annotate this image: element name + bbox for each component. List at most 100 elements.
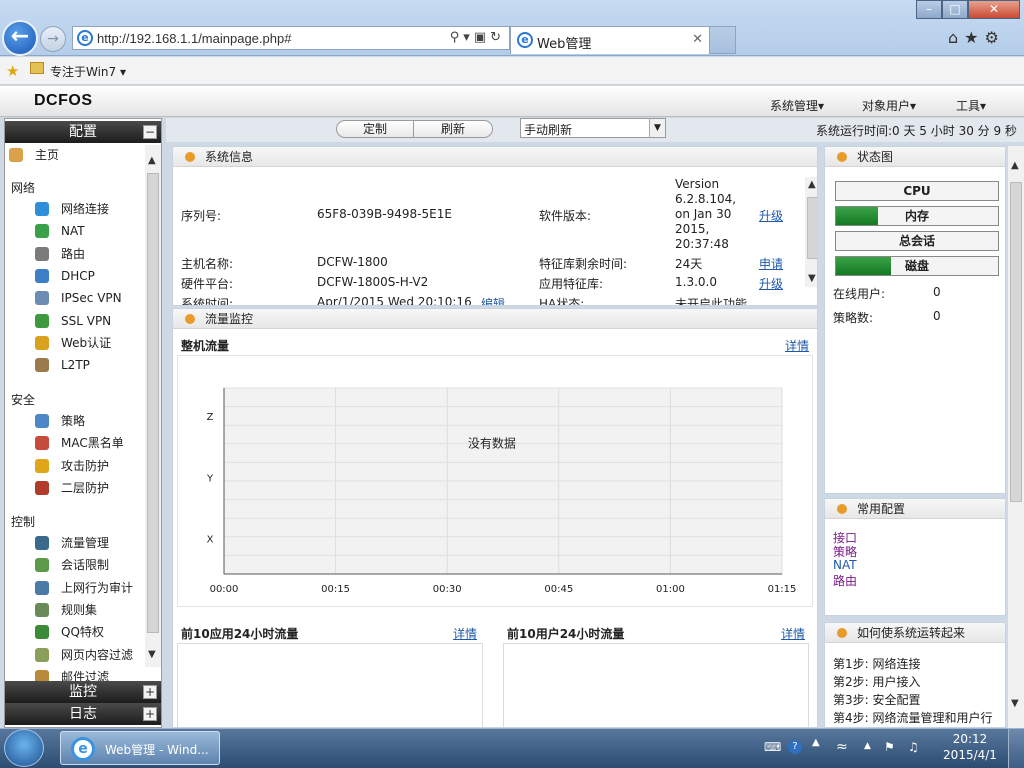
expand-icon[interactable]: + — [143, 707, 157, 721]
howto-step[interactable]: 第4步: 网络流量管理和用户行 — [833, 709, 993, 726]
bullet-icon — [837, 628, 847, 638]
top-users-details-link[interactable]: 详情 — [781, 625, 805, 642]
sidebar-item-icon — [35, 313, 49, 328]
sidebar-scrollbar[interactable]: ▲ ▼ — [145, 145, 161, 667]
network-icon[interactable]: ≈ — [836, 739, 848, 755]
software-version-label: 软件版本: — [539, 209, 592, 223]
address-tools-icon[interactable]: ⚲▾▣↻ — [450, 30, 505, 45]
back-icon[interactable]: ← — [2, 20, 38, 56]
show-hidden-icons[interactable]: ▲ — [864, 741, 871, 751]
uptime-text: 系统运行时间:0 天 5 小时 30 分 9 秒 — [816, 124, 1017, 138]
scroll-down-icon[interactable]: ▼ — [808, 273, 816, 284]
menu-object-user[interactable]: 对象用户▾ — [862, 97, 916, 114]
home-icon — [9, 148, 23, 162]
scroll-up-icon[interactable]: ▲ — [148, 155, 156, 166]
app-logo: DCFOS — [34, 92, 93, 109]
chart-x-tick-label: 00:15 — [321, 584, 350, 595]
menu-system-management[interactable]: 系统管理▾ — [770, 97, 824, 114]
upgrade-signature-link[interactable]: 升级 — [759, 275, 783, 292]
new-tab-button[interactable] — [710, 26, 736, 54]
custom-button[interactable]: 定制 — [336, 120, 414, 138]
sidebar-monitor-header[interactable]: 监控 + — [5, 681, 161, 703]
sidebar-item-label: 上网行为审计 — [61, 580, 134, 595]
status-bar-label: CPU — [903, 184, 931, 198]
signature-remaining-value: 24天 — [675, 257, 703, 271]
scroll-up-icon[interactable]: ▲ — [808, 179, 816, 190]
address-bar[interactable]: e http://192.168.1.1/mainpage.php# ⚲▾▣↻ — [72, 26, 510, 50]
close-icon[interactable]: ✕ — [968, 0, 1020, 19]
common-link-nat[interactable]: NAT — [833, 558, 857, 572]
forward-icon[interactable]: → — [40, 26, 66, 52]
scroll-thumb[interactable] — [807, 197, 817, 259]
online-users-label: 在线用户: — [833, 287, 886, 301]
traffic-chart: 00:00 00:15 00:30 00:45 01:00 01:15 Z Y X 没有数据 — [206, 387, 796, 595]
common-link-route[interactable]: 路由 — [833, 572, 857, 589]
minimize-icon[interactable]: – — [916, 0, 942, 19]
sidebar-item-label: 网络连接 — [61, 202, 110, 216]
start-button[interactable] — [4, 729, 44, 767]
tray-expand-icon[interactable]: ▲ — [812, 737, 820, 748]
edit-time-link[interactable]: 编辑 — [481, 295, 505, 305]
sysinfo-scrollbar[interactable]: ▲ ▼ — [805, 177, 817, 287]
browser-tab[interactable]: e Web管理 ✕ — [510, 26, 710, 54]
chevron-down-icon[interactable]: ▼ — [649, 119, 665, 137]
home-icon[interactable]: ⌂ — [948, 28, 964, 47]
refresh-mode-select[interactable]: 手动刷新 ▼ — [520, 118, 666, 138]
sidebar-item-icon — [35, 480, 49, 495]
favorites-item[interactable]: 专注于Win7 ▾ — [50, 63, 126, 80]
howto-header: 如何使系统运转起来 — [825, 623, 1005, 643]
sidebar-config-header[interactable]: 配置 − — [5, 121, 161, 143]
scroll-up-icon[interactable]: ▲ — [1011, 160, 1019, 171]
collapse-icon[interactable]: − — [143, 125, 157, 139]
keyboard-icon[interactable]: ⌨ — [764, 740, 781, 754]
sidebar-item-icon — [35, 291, 49, 306]
volume-icon[interactable]: ♫ — [908, 740, 919, 754]
sidebar-item-label: 路由 — [61, 246, 86, 261]
show-desktop-button[interactable] — [1008, 729, 1024, 768]
sidebar-item-label: L2TP — [61, 358, 90, 373]
top-apps-title: 前10应用24小时流量 — [181, 627, 299, 641]
tab-close-icon[interactable]: ✕ — [692, 32, 703, 47]
status-bar: 总会话 — [835, 231, 999, 251]
upgrade-software-link[interactable]: 升级 — [759, 207, 783, 224]
status-bar-label: 磁盘 — [904, 259, 929, 273]
howto-step[interactable]: 第3步: 安全配置 — [833, 691, 921, 708]
menu-tools[interactable]: 工具▾ — [956, 97, 986, 114]
common-config-header: 常用配置 — [825, 499, 1005, 519]
expand-icon[interactable]: + — [143, 685, 157, 699]
chart-frame: 00:00 00:15 00:30 00:45 01:00 01:15 Z Y X 没有数据 — [177, 355, 813, 607]
sysinfo-panel: 系统信息 序列号: 65F8-039B-9498-5E1E 软件版本: Vers… — [172, 146, 818, 306]
whole-traffic-details-link[interactable]: 详情 — [785, 337, 809, 354]
sidebar: 配置 − 主页 网络 网络连接 NAT 路由 DHCP IPSec VPN SSL VPN W… — [4, 118, 162, 728]
sidebar-item-label: Web认证 — [61, 335, 112, 350]
scroll-thumb[interactable] — [147, 173, 159, 633]
flag-icon[interactable]: ⚑ — [884, 740, 895, 754]
favorites-star-icon[interactable]: ★ — [964, 28, 984, 47]
policy-count-value: 0 — [933, 309, 941, 323]
help-icon[interactable]: ? — [788, 740, 802, 754]
scroll-down-icon[interactable]: ▼ — [1011, 698, 1019, 709]
page-scrollbar[interactable]: ▲ ▼ — [1008, 146, 1024, 728]
maximize-icon[interactable]: □ — [942, 0, 968, 19]
taskbar-clock[interactable]: 20:12 2015/4/1 — [940, 731, 1000, 765]
refresh-button[interactable]: 刷新 — [413, 120, 493, 138]
apply-link[interactable]: 申请 — [759, 255, 783, 272]
status-title: 状态图 — [857, 150, 894, 164]
favorites-star-icon[interactable]: ★ — [6, 62, 19, 80]
howto-step[interactable]: 第2步: 用户接入 — [833, 673, 921, 690]
sidebar-item-icon — [35, 558, 49, 573]
top-apps-box — [177, 643, 483, 727]
taskbar-ie-item[interactable]: e Web管理 - Wind... — [60, 731, 220, 765]
top-apps-details-link[interactable]: 详情 — [453, 625, 477, 642]
sidebar-log-header[interactable]: 日志 + — [5, 703, 161, 725]
sidebar-item-icon — [35, 647, 49, 662]
chart-x-tick-label: 00:45 — [544, 584, 573, 595]
sidebar-item-icon — [35, 602, 49, 617]
scroll-down-icon[interactable]: ▼ — [148, 649, 156, 660]
scroll-thumb[interactable] — [1010, 182, 1022, 502]
address-url[interactable]: http://192.168.1.1/mainpage.php# — [97, 31, 291, 46]
status-panel: 状态图 CPU 内存 总会话 磁盘 在线用户: 0 策略数: 0 — [824, 146, 1006, 494]
sidebar-item-label: QQ特权 — [61, 625, 104, 640]
howto-step[interactable]: 第1步: 网络连接 — [833, 655, 921, 672]
gear-icon[interactable]: ⚙ — [985, 28, 1005, 47]
